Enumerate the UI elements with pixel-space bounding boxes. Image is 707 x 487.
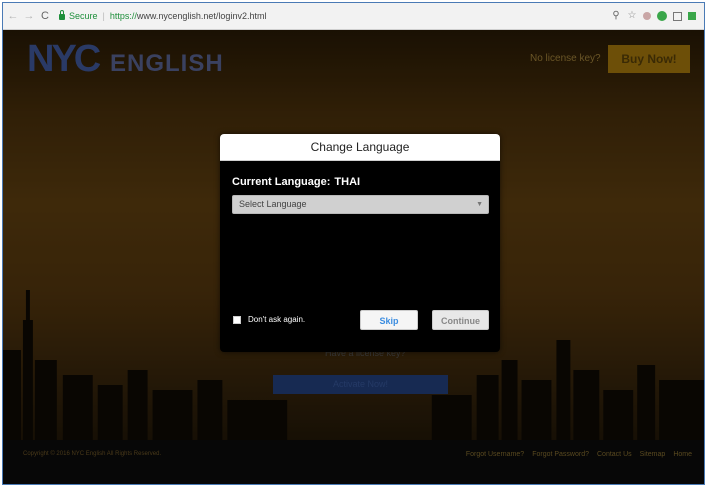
extension-icon[interactable] (643, 12, 651, 20)
pin-icon[interactable]: ⚲ (611, 11, 621, 21)
dont-ask-checkbox[interactable] (233, 315, 241, 324)
forward-icon[interactable]: → (23, 10, 35, 22)
back-icon[interactable]: ← (7, 10, 19, 22)
url-host-path: www.nycenglish.net/loginv2.html (136, 11, 267, 21)
extension-icon[interactable] (673, 11, 682, 21)
extension-icon[interactable] (657, 11, 667, 21)
logo-text: ENGLISH (110, 50, 224, 77)
nyc-logo: NYC (27, 38, 101, 80)
star-icon[interactable]: ☆ (627, 11, 637, 21)
browser-toolbar: ← → C Secure | https://www.nycenglish.ne… (3, 3, 704, 30)
modal-title: Change Language (220, 134, 500, 161)
url-scheme: https:// (109, 11, 137, 21)
current-language-label: Current Language: (232, 176, 331, 188)
language-select-value: Select Language (239, 199, 307, 209)
extension-icon[interactable] (688, 12, 696, 20)
lock-icon (59, 10, 65, 20)
dont-ask-label: Don't ask again. (248, 315, 306, 324)
footer-link-contact-us[interactable]: Contact Us (597, 451, 632, 458)
reload-icon[interactable]: C (39, 10, 51, 22)
dropdown-caret-icon: ▼ (476, 201, 483, 208)
change-language-modal: Change Language Current Language: THAI Se… (220, 134, 500, 352)
footer-link-home[interactable]: Home (673, 451, 692, 458)
no-license-text: No license key? (530, 53, 601, 64)
copyright-text: Copyright © 2016 NYC English All Rights … (23, 450, 161, 458)
footer-links: Forgot Username? Forgot Password? Contac… (466, 451, 692, 458)
footer-link-forgot-password[interactable]: Forgot Password? (532, 451, 589, 458)
copyright-line: Copyright © 2016 NYC English All Rights … (23, 451, 162, 457)
secure-label: Secure (69, 11, 98, 21)
footer-link-forgot-username[interactable]: Forgot Username? (466, 451, 524, 458)
continue-button[interactable]: Continue (432, 310, 489, 330)
footer: Copyright © 2016 NYC English All Rights … (3, 440, 704, 484)
footer-link-sitemap[interactable]: Sitemap (640, 451, 666, 458)
current-language: Current Language: THAI (232, 176, 360, 188)
language-select[interactable]: Select Language ▼ (232, 195, 489, 214)
url-separator: | (102, 11, 105, 21)
address-bar[interactable]: https://www.nycenglish.net/loginv2.html (110, 11, 267, 21)
activate-now-button[interactable]: Activate Now! (273, 375, 448, 394)
current-language-value: THAI (334, 176, 361, 188)
skip-button[interactable]: Skip (360, 310, 418, 330)
buy-now-button[interactable]: Buy Now! (608, 45, 690, 73)
dont-ask-again[interactable]: Don't ask again. (233, 315, 305, 324)
browser-extension-icons: ⚲ ☆ (611, 11, 696, 21)
